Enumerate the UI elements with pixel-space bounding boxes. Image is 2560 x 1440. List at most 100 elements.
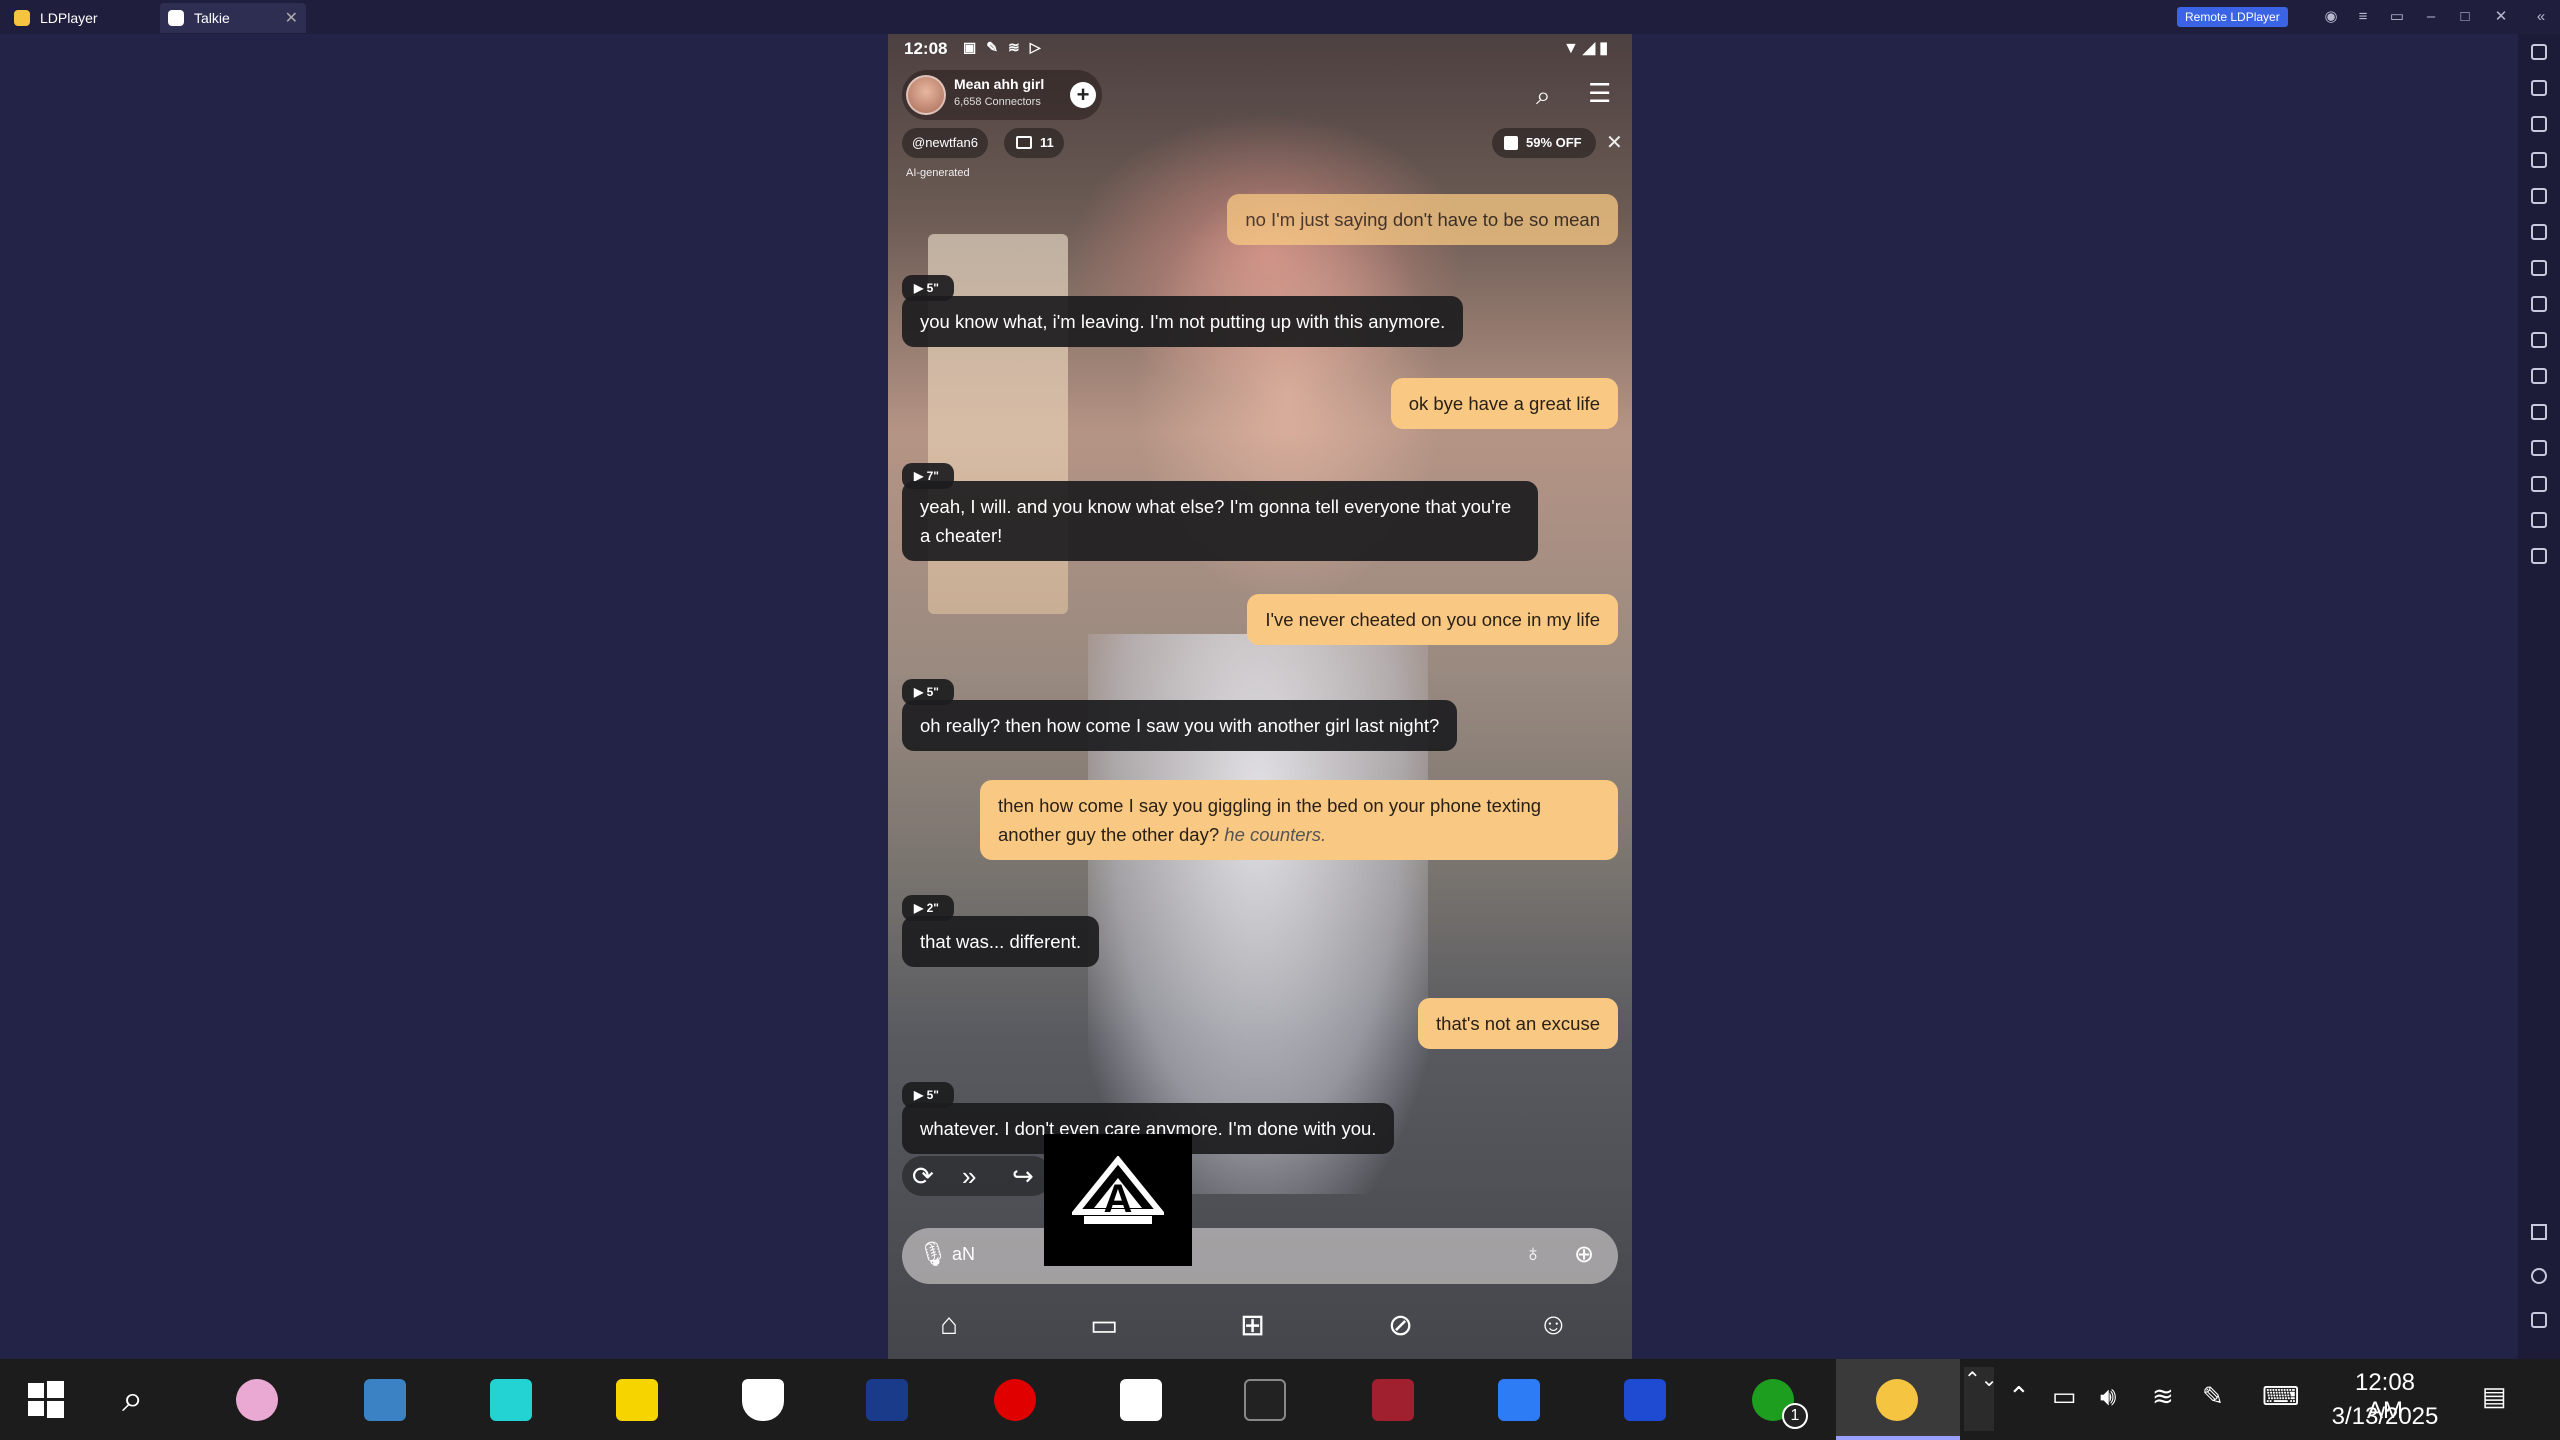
home-icon[interactable] [2531, 1268, 2547, 1284]
character-header[interactable]: Mean ahh girl 6,658 Connectors + [902, 70, 1102, 120]
ibis-paint-icon[interactable] [1244, 1379, 1286, 1421]
battery-icon[interactable]: ▭ [2052, 1381, 2077, 1412]
chat-count-badge[interactable]: 11 [1004, 128, 1064, 158]
tab-talkie[interactable]: Talkie ✕ [160, 3, 306, 33]
restore-icon[interactable]: ▭ [2386, 6, 2408, 28]
lock-icon[interactable] [2531, 224, 2547, 240]
follow-button[interactable]: + [1070, 82, 1096, 108]
explore-nav-icon[interactable]: ⊘ [1388, 1308, 1413, 1343]
maximize-icon[interactable]: □ [2454, 6, 2476, 28]
lightbulb-icon[interactable]: ♁ [1524, 1240, 1542, 1268]
close-offer-icon[interactable]: ✕ [1606, 128, 1623, 158]
create-nav-icon[interactable]: ⊞ [1240, 1308, 1265, 1343]
overlay-logo: A [1044, 1134, 1192, 1266]
pen-icon[interactable]: ✎ [2202, 1381, 2224, 1412]
ldplayer-logo-icon [14, 10, 30, 26]
windows-taskbar: ⌕ 1 ⌃⌄ ⌃ ▭ 🔊︎ ≋ ✎ ⌨ 12:08 AM 3/13/2025 ▤ [0, 1359, 2560, 1440]
paint-app-icon[interactable] [236, 1379, 278, 1421]
notifications-icon[interactable]: ▤ [2482, 1381, 2507, 1412]
folder-icon[interactable] [2531, 476, 2547, 492]
talkie-app-icon [168, 10, 184, 26]
clock-date[interactable]: 3/13/2025 [2323, 1403, 2447, 1431]
chats-nav-icon[interactable]: ▭ [1090, 1308, 1118, 1343]
powershell-icon[interactable] [1624, 1379, 1666, 1421]
u-app-icon[interactable] [490, 1379, 532, 1421]
close-tab-icon[interactable]: ✕ [285, 8, 298, 28]
winrar-icon[interactable] [1372, 1379, 1414, 1421]
search-icon[interactable]: ⌕ [1536, 80, 1551, 112]
wifi-icon[interactable]: ≋ [2152, 1381, 2174, 1412]
chat-count: 11 [1040, 135, 1054, 150]
continue-icon[interactable]: » [962, 1161, 976, 1192]
home-nav-icon[interactable]: ⌂ [940, 1308, 958, 1342]
menu-icon[interactable]: ☰ [1588, 78, 1611, 109]
user-message: that's not an excuse [1418, 998, 1618, 1049]
emulator-sidebar [2518, 34, 2560, 1359]
sticky-notes-icon[interactable] [616, 1379, 658, 1421]
chevron-up-icon[interactable]: ⌃ [2008, 1381, 2030, 1412]
settings-icon[interactable] [2531, 44, 2547, 60]
user-message: I've never cheated on you once in my lif… [1247, 594, 1618, 645]
account-icon[interactable]: ◉ [2320, 6, 2342, 28]
scissors-icon[interactable] [2531, 332, 2547, 348]
keyboard-icon[interactable]: ⌨ [2262, 1381, 2300, 1412]
ldplayer-taskbar-icon[interactable] [1876, 1379, 1918, 1421]
avatar[interactable] [906, 75, 946, 115]
status-time: 12:08 [904, 39, 948, 58]
multi-instance-icon[interactable] [2531, 548, 2547, 564]
volume-up-icon[interactable] [2531, 116, 2547, 132]
regenerate-icon[interactable]: ⟳ [912, 1161, 934, 1192]
fullscreen-icon[interactable] [2531, 188, 2547, 204]
message-input-bar[interactable]: 🎙︎ aN ♁ ⊕ [902, 1228, 1618, 1284]
windows-start-icon[interactable] [26, 1379, 68, 1421]
back-icon[interactable] [2531, 1224, 2547, 1240]
a-triangle-logo-icon: A [1072, 1156, 1164, 1224]
user-message: no I'm just saying don't have to be so m… [1227, 194, 1618, 245]
message-input[interactable]: aN [952, 1244, 975, 1265]
phone-screen: 12:08 ▣✎≋▷ ▼◢▮ Mean ahh girl 6,658 Conne… [888, 34, 1632, 1359]
volume-down-icon[interactable] [2531, 152, 2547, 168]
location-icon[interactable] [2531, 512, 2547, 528]
record-icon[interactable] [2531, 368, 2547, 384]
robot-icon[interactable] [2531, 296, 2547, 312]
bottom-navigation: ⌂ ▭ ⊞ ⊘ ☺ [888, 1296, 1632, 1359]
gift-icon [1504, 136, 1518, 150]
discount-offer-badge[interactable]: 59% OFF [1492, 128, 1596, 158]
microphone-icon[interactable]: 🎙︎ [918, 1240, 948, 1269]
remote-ldplayer-button[interactable]: Remote LDPlayer [2177, 7, 2288, 27]
volume-icon[interactable]: 🔊︎ [2100, 1381, 2116, 1413]
opera-icon[interactable] [994, 1379, 1036, 1421]
user-message: then how come I say you giggling in the … [980, 780, 1618, 860]
bot-message: oh really? then how come I saw you with … [902, 700, 1458, 751]
security-shield-icon[interactable] [742, 1379, 784, 1421]
plus-icon[interactable]: ⊕ [1574, 1240, 1594, 1269]
share-icon[interactable]: ↪ [1012, 1161, 1034, 1192]
menu-icon[interactable]: ≡ [2352, 6, 2374, 28]
recent-apps-icon[interactable] [2531, 1312, 2547, 1328]
collapse-sidebar-icon[interactable]: « [2530, 6, 2552, 28]
android-status-bar: 12:08 ▣✎≋▷ ▼◢▮ [888, 34, 1632, 64]
character-name: Mean ahh girl [954, 76, 1045, 92]
control-panel-icon[interactable] [364, 1379, 406, 1421]
tab-ldplayer[interactable]: LDPlayer [14, 3, 98, 33]
a-app-icon[interactable] [1120, 1379, 1162, 1421]
screenshot-icon[interactable] [2531, 260, 2547, 276]
minimize-icon[interactable]: – [2420, 6, 2442, 28]
apk-icon[interactable] [2531, 404, 2547, 420]
bot-message: yeah, I will. and you know what else? I'… [902, 481, 1538, 561]
search-icon[interactable]: ⌕ [122, 1379, 164, 1421]
ai-generated-label: AI-generated [906, 167, 970, 179]
vpn-shield-icon[interactable] [1498, 1379, 1540, 1421]
shake-icon[interactable] [2531, 440, 2547, 456]
keyboard-map-icon[interactable] [2531, 80, 2547, 96]
svg-text:A: A [1104, 1177, 1133, 1221]
username-badge[interactable]: @newtfan6 [902, 128, 988, 158]
profile-nav-icon[interactable]: ☺ [1538, 1308, 1569, 1342]
tab-label: Talkie [194, 10, 230, 26]
close-window-icon[interactable]: ✕ [2490, 6, 2512, 28]
game-app-icon[interactable] [866, 1379, 908, 1421]
bot-message: you know what, i'm leaving. I'm not putt… [902, 296, 1464, 347]
offer-text: 59% OFF [1526, 135, 1582, 150]
connectors-count: 6,658 Connectors [954, 96, 1041, 108]
taskbar-scroll-icon[interactable]: ⌃⌄ [1964, 1367, 1998, 1431]
